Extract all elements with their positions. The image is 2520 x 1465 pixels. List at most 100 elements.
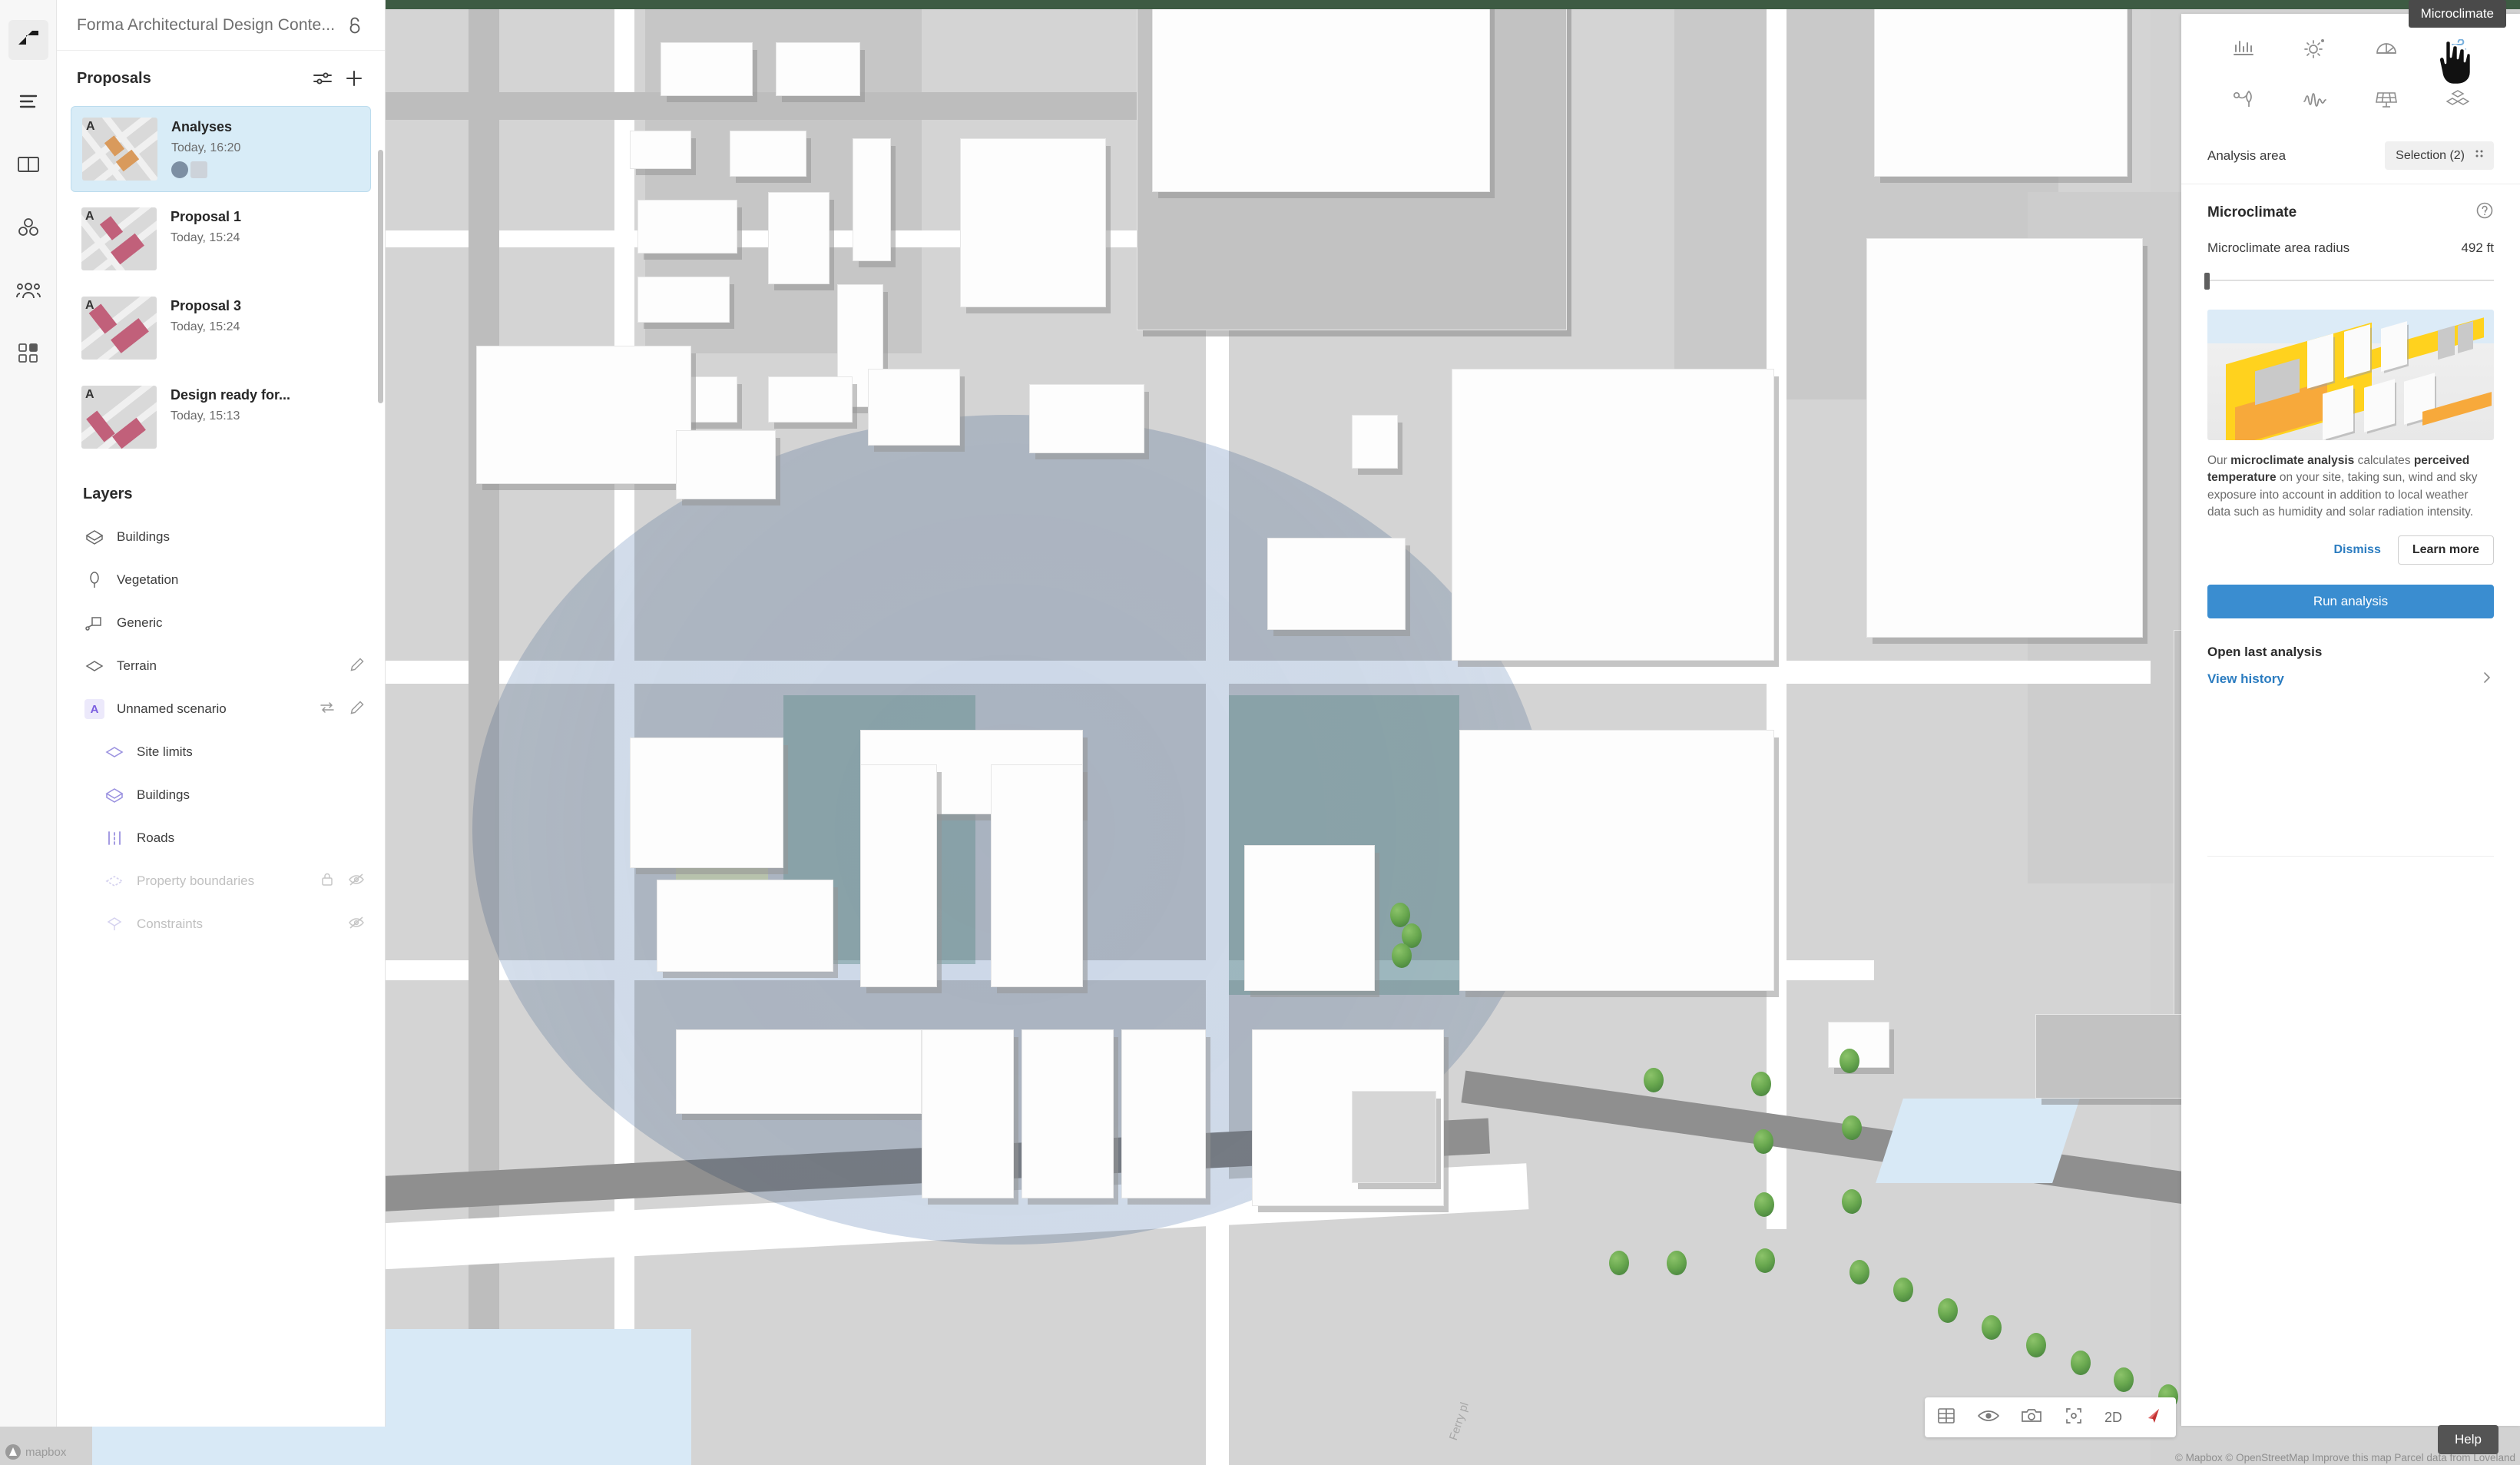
map-building	[768, 192, 830, 284]
promo-bold-1: microclimate analysis	[2230, 454, 2355, 467]
map-water	[1876, 1099, 2080, 1183]
list-item[interactable]: A Design ready for... Today, 15:13	[71, 375, 371, 459]
help-button[interactable]: Help	[2438, 1425, 2498, 1454]
swap-icon[interactable]	[319, 700, 336, 719]
lock-icon[interactable]	[320, 872, 334, 891]
dismiss-button[interactable]: Dismiss	[2333, 543, 2380, 557]
mapbox-logo-label: mapbox	[25, 1445, 67, 1459]
grid-view-button[interactable]	[1936, 1405, 1957, 1430]
map-building	[630, 737, 783, 868]
tree-marker	[2114, 1367, 2134, 1392]
layer-item-buildings-scenario[interactable]: Buildings	[57, 774, 385, 817]
sidebar-item-forma-logo[interactable]	[8, 20, 48, 60]
layer-item-unnamed-scenario[interactable]: A Unnamed scenario	[57, 688, 385, 731]
left-panel-scrollbar[interactable]	[378, 150, 383, 403]
eye-off-icon[interactable]	[348, 915, 365, 934]
focus-button[interactable]	[2063, 1405, 2085, 1430]
sidebar-item-apps[interactable]	[8, 335, 48, 375]
tree-marker	[1755, 1248, 1775, 1273]
layer-item-generic[interactable]: Generic	[57, 602, 385, 645]
project-header: Forma Architectural Design Conte...	[57, 0, 385, 51]
tree-marker	[1644, 1068, 1664, 1092]
view-history-row[interactable]: View history	[2207, 671, 2494, 688]
proposal-thumbnail: A	[82, 118, 157, 181]
analysis-tab-key-metrics[interactable]	[2222, 31, 2265, 69]
site-limits-icon	[104, 745, 124, 759]
forma-logo-icon	[17, 29, 40, 51]
tree-marker	[1751, 1072, 1771, 1096]
mapbox-logo[interactable]: mapbox	[5, 1443, 66, 1460]
camera-icon	[2020, 1407, 2043, 1429]
analysis-tab-daylight[interactable]	[2365, 31, 2408, 69]
layer-item-constraints[interactable]: Constraints	[57, 903, 385, 946]
tree-marker	[2026, 1333, 2046, 1357]
analysis-tab-leaf-noise[interactable]	[2222, 81, 2265, 120]
compass-button[interactable]	[2142, 1406, 2165, 1430]
radius-slider[interactable]	[2204, 271, 2494, 290]
tree-marker	[1609, 1251, 1629, 1275]
layer-label: Property boundaries	[137, 873, 255, 888]
proposal-tag: A	[86, 120, 95, 133]
view-mode-label: 2D	[2104, 1409, 2122, 1425]
layer-item-roads[interactable]: Roads	[57, 817, 385, 860]
layer-item-terrain[interactable]: Terrain	[57, 645, 385, 688]
proposal-date: Today, 16:20	[171, 141, 241, 154]
help-circle-icon[interactable]	[2475, 201, 2494, 224]
proposal-thumbnail: A	[81, 386, 157, 449]
visibility-button[interactable]	[1977, 1407, 2000, 1429]
sidebar-item-library[interactable]	[8, 146, 48, 186]
layer-label: Constraints	[137, 916, 203, 931]
analysis-tab-solar-energy[interactable]	[2365, 81, 2408, 120]
layer-item-property-boundaries[interactable]: Property boundaries	[57, 860, 385, 903]
selection-chip[interactable]: Selection (2)	[2385, 141, 2494, 170]
tree-marker	[1840, 1049, 1859, 1073]
analysis-area-row: Analysis area Selection (2)	[2181, 124, 2520, 184]
analysis-tab-noise[interactable]	[2293, 81, 2336, 120]
map-building	[1352, 1091, 1436, 1183]
map-building	[768, 376, 853, 423]
sidebar-item-project-list[interactable]	[8, 83, 48, 123]
proposal-name: Analyses	[171, 119, 233, 134]
avatar-group	[171, 161, 240, 178]
edit-icon[interactable]	[349, 657, 365, 676]
list-item[interactable]: A Proposal 1 Today, 15:24	[71, 197, 371, 281]
sidebar-item-collaborate[interactable]	[8, 272, 48, 312]
tree-marker	[1938, 1298, 1958, 1323]
solar-panel-icon	[2375, 88, 2398, 114]
map-building	[1452, 369, 1774, 661]
share-icon[interactable]	[346, 16, 363, 35]
sidebar-item-massing[interactable]	[8, 209, 48, 249]
boundaries-icon	[104, 874, 124, 888]
map-building	[868, 369, 960, 446]
map-building	[991, 764, 1083, 987]
view-mode-button[interactable]: 2D	[2104, 1410, 2122, 1426]
map-building	[1121, 1029, 1206, 1198]
tree-marker	[1842, 1189, 1862, 1214]
map-building	[1029, 384, 1144, 453]
sliders-icon[interactable]	[313, 70, 333, 87]
mouse-cursor	[2435, 38, 2475, 90]
proposal-date: Today, 15:24	[171, 231, 240, 244]
view-history-link[interactable]: View history	[2207, 671, 2480, 687]
learn-more-button[interactable]: Learn more	[2397, 535, 2494, 565]
plus-icon[interactable]	[345, 69, 363, 88]
analysis-tab-sun[interactable]	[2293, 31, 2336, 69]
layer-item-site-limits[interactable]: Site limits	[57, 731, 385, 774]
buildings-icon	[104, 787, 124, 804]
layer-item-vegetation[interactable]: Vegetation	[57, 558, 385, 602]
screenshot-button[interactable]	[2020, 1407, 2043, 1429]
layer-item-buildings[interactable]: Buildings	[57, 515, 385, 558]
run-analysis-button[interactable]: Run analysis	[2207, 584, 2494, 618]
list-item[interactable]: A Analyses Today, 16:20	[71, 106, 371, 192]
layer-label: Unnamed scenario	[117, 701, 227, 716]
page-title: Forma Architectural Design Conte...	[77, 15, 336, 34]
microclimate-header: Microclimate	[2181, 184, 2520, 230]
eye-off-icon[interactable]	[348, 872, 365, 891]
people-icon	[15, 280, 41, 304]
waveform-icon	[2303, 89, 2327, 113]
tree-marker	[1754, 1192, 1774, 1217]
edit-icon[interactable]	[349, 700, 365, 719]
list-item[interactable]: A Proposal 3 Today, 15:24	[71, 286, 371, 370]
buildings-icon	[84, 529, 104, 545]
slider-knob[interactable]	[2204, 273, 2210, 290]
